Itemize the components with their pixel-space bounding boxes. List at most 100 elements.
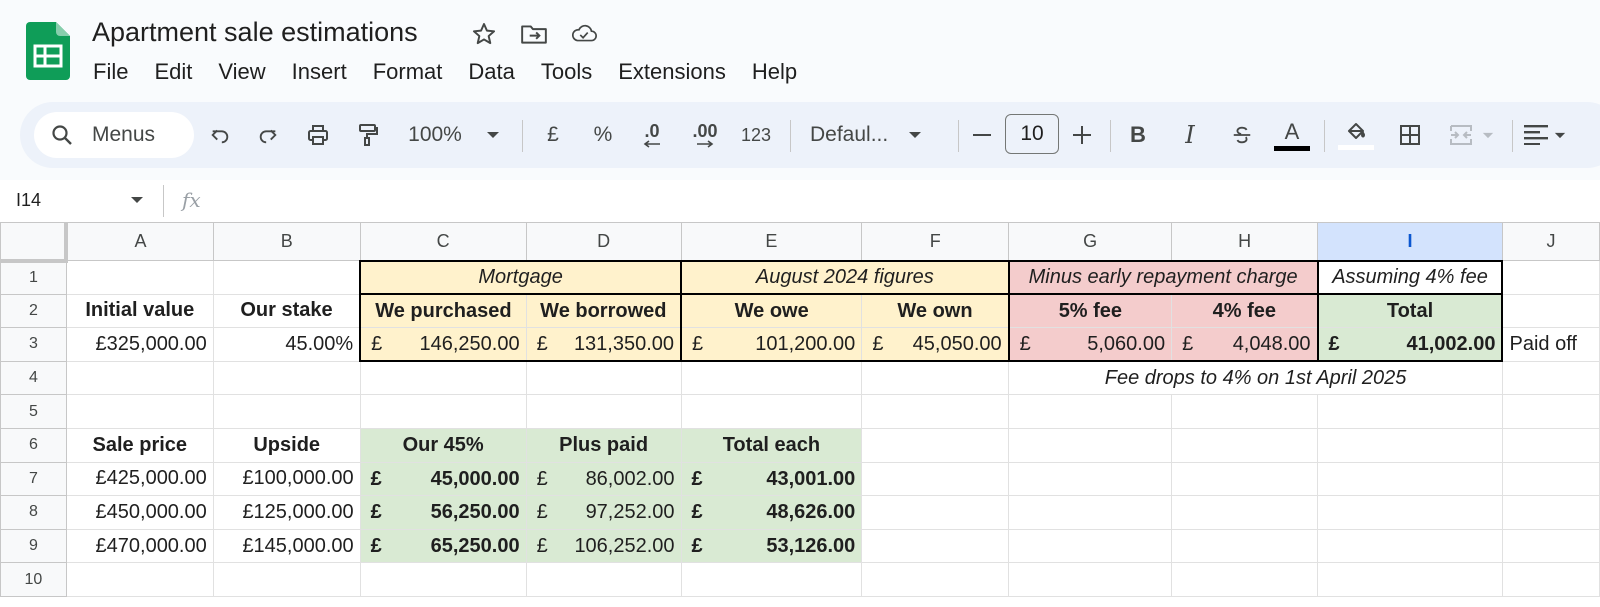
zoom-select[interactable]: 100% bbox=[404, 112, 504, 158]
cell-b5[interactable] bbox=[212, 394, 361, 429]
cell-j7[interactable] bbox=[1501, 461, 1600, 497]
cell-b4[interactable] bbox=[212, 360, 361, 396]
print-icon[interactable] bbox=[300, 112, 336, 158]
cell-a4[interactable] bbox=[65, 360, 214, 396]
cell-g10[interactable] bbox=[1008, 562, 1173, 597]
cell-e4[interactable] bbox=[680, 360, 863, 396]
cell-we-own-label[interactable]: We own bbox=[861, 293, 1010, 329]
column-header-f[interactable]: F bbox=[861, 222, 1010, 261]
redo-icon[interactable] bbox=[250, 112, 286, 158]
horizontal-align-icon[interactable] bbox=[1524, 112, 1574, 158]
cell-h6[interactable] bbox=[1171, 427, 1319, 463]
menu-extensions[interactable]: Extensions bbox=[605, 56, 739, 88]
cell-j9[interactable] bbox=[1501, 528, 1600, 564]
cell-sale-price[interactable]: £425,000.00 bbox=[65, 461, 214, 497]
decrease-decimals-button[interactable]: .0 bbox=[632, 112, 672, 158]
cell-i6[interactable] bbox=[1317, 427, 1503, 463]
menu-insert[interactable]: Insert bbox=[279, 56, 360, 88]
cell-total-each[interactable]: £48,626.00 bbox=[680, 495, 863, 530]
column-header-a[interactable]: A bbox=[65, 222, 214, 261]
cell-f4[interactable] bbox=[861, 360, 1010, 396]
cell-c10[interactable] bbox=[359, 562, 527, 597]
cell-g8[interactable] bbox=[1008, 495, 1173, 530]
cell-total[interactable]: £41,002.00 bbox=[1316, 327, 1504, 363]
cell-sale-price[interactable]: £470,000.00 bbox=[65, 528, 214, 564]
cell-f8[interactable] bbox=[861, 495, 1010, 530]
document-title[interactable]: Apartment sale estimations bbox=[92, 14, 418, 50]
cell-plus-paid[interactable]: £86,002.00 bbox=[525, 461, 682, 497]
menu-edit[interactable]: Edit bbox=[141, 56, 205, 88]
cell-j4[interactable] bbox=[1501, 360, 1600, 396]
search-menus-box[interactable]: Menus bbox=[34, 112, 194, 158]
cell-initial-value[interactable]: £325,000.00 bbox=[65, 327, 214, 362]
cell-i9[interactable] bbox=[1317, 528, 1503, 564]
menu-tools[interactable]: Tools bbox=[528, 56, 605, 88]
borders-icon[interactable] bbox=[1392, 112, 1428, 158]
cell-e10[interactable] bbox=[680, 562, 863, 597]
cell-paid-off[interactable]: Paid off bbox=[1501, 327, 1600, 362]
cell-f7[interactable] bbox=[861, 461, 1010, 497]
cell-g6[interactable] bbox=[1008, 427, 1173, 463]
cell-fee-4-label[interactable]: 4% fee bbox=[1171, 293, 1319, 329]
fill-color-icon[interactable] bbox=[1336, 112, 1376, 158]
cell-g5[interactable] bbox=[1008, 394, 1173, 429]
column-header-e[interactable]: E bbox=[680, 222, 863, 261]
paint-format-icon[interactable] bbox=[350, 112, 386, 158]
cell-plus-paid[interactable]: £106,252.00 bbox=[525, 528, 682, 564]
cell-j8[interactable] bbox=[1501, 495, 1600, 530]
cell-our-stake[interactable]: 45.00% bbox=[212, 327, 361, 362]
cell-h5[interactable] bbox=[1171, 394, 1319, 429]
cell-we-purchased-label[interactable]: We purchased bbox=[359, 293, 527, 329]
cell-our-share[interactable]: £45,000.00 bbox=[359, 461, 527, 497]
cell-fee-5-label[interactable]: 5% fee bbox=[1007, 293, 1173, 329]
cell-g7[interactable] bbox=[1008, 461, 1173, 497]
column-header-b[interactable]: B bbox=[212, 222, 361, 261]
cell-f10[interactable] bbox=[861, 562, 1010, 597]
column-header-h[interactable]: H bbox=[1171, 222, 1319, 261]
cell-h8[interactable] bbox=[1171, 495, 1319, 530]
cell-we-owe[interactable]: £101,200.00 bbox=[680, 327, 863, 363]
row-header[interactable]: 4 bbox=[0, 360, 67, 396]
cell-i10[interactable] bbox=[1317, 562, 1503, 597]
cell-b10[interactable] bbox=[212, 562, 361, 597]
cell-total-each[interactable]: £43,001.00 bbox=[680, 461, 863, 497]
cell-our-share[interactable]: £65,250.00 bbox=[359, 528, 527, 564]
cell-sale-price-label[interactable]: Sale price bbox=[65, 427, 214, 463]
row-header[interactable]: 3 bbox=[0, 327, 67, 362]
row-header[interactable]: 8 bbox=[0, 495, 67, 530]
column-header-j[interactable]: J bbox=[1501, 222, 1600, 261]
star-icon[interactable] bbox=[470, 20, 498, 48]
row-header[interactable]: 9 bbox=[0, 528, 67, 564]
cell-fee-note[interactable]: Fee drops to 4% on 1st April 2025 bbox=[1008, 360, 1503, 396]
text-color-icon[interactable]: A bbox=[1272, 112, 1312, 158]
cell-a1[interactable] bbox=[65, 260, 214, 295]
cell-initial-value-label[interactable]: Initial value bbox=[65, 293, 214, 329]
font-select[interactable]: Defaul... bbox=[810, 112, 940, 158]
merge-cells-icon[interactable] bbox=[1440, 112, 1502, 158]
select-all-corner[interactable] bbox=[0, 222, 69, 263]
font-size-input[interactable]: 10 bbox=[1005, 114, 1059, 154]
menu-file[interactable]: File bbox=[80, 56, 141, 88]
cell-c5[interactable] bbox=[359, 394, 527, 429]
cell-j1[interactable] bbox=[1501, 260, 1600, 295]
menu-view[interactable]: View bbox=[205, 56, 278, 88]
cell-upside[interactable]: £145,000.00 bbox=[212, 528, 361, 564]
cell-f6[interactable] bbox=[861, 427, 1010, 463]
cell-i5[interactable] bbox=[1317, 394, 1503, 429]
cell-g9[interactable] bbox=[1008, 528, 1173, 564]
cell-total-each[interactable]: £53,126.00 bbox=[680, 528, 863, 564]
cell-total-label[interactable]: Total bbox=[1316, 293, 1504, 329]
column-header-g[interactable]: G bbox=[1008, 222, 1173, 261]
sheets-logo[interactable] bbox=[26, 22, 70, 80]
cell-plus-paid[interactable]: £97,252.00 bbox=[525, 495, 682, 530]
cell-j6[interactable] bbox=[1501, 427, 1600, 463]
row-header[interactable]: 5 bbox=[0, 394, 67, 429]
cell-mortgage-header[interactable]: Mortgage bbox=[359, 259, 682, 295]
menu-data[interactable]: Data bbox=[455, 56, 527, 88]
cell-we-borrowed[interactable]: £131,350.00 bbox=[525, 327, 682, 363]
cell-j5[interactable] bbox=[1501, 394, 1600, 429]
undo-icon[interactable] bbox=[202, 112, 238, 158]
name-box[interactable]: I14 bbox=[16, 188, 41, 212]
increase-font-size-icon[interactable] bbox=[1066, 112, 1098, 158]
cell-we-borrowed-label[interactable]: We borrowed bbox=[525, 293, 682, 329]
